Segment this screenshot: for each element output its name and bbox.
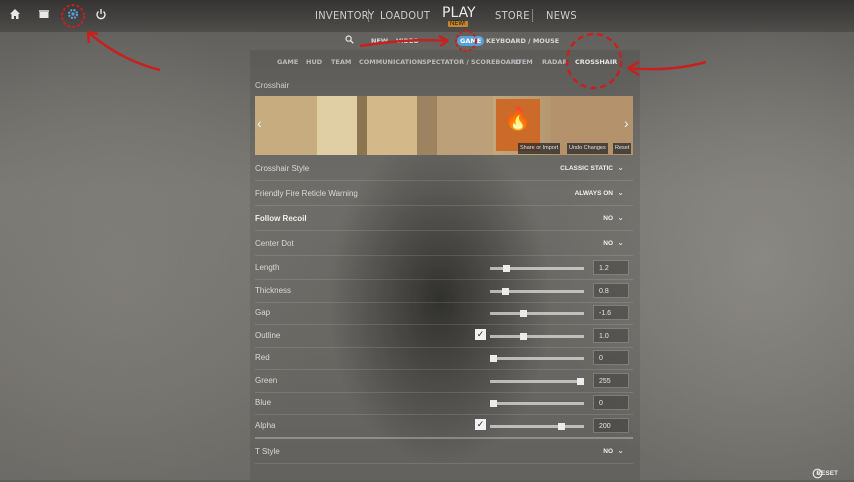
slider-thumb[interactable] xyxy=(503,265,511,272)
blue-row: Blue 0 xyxy=(255,393,633,415)
alpha-value-input[interactable]: 200 xyxy=(593,418,629,433)
slider-thumb[interactable] xyxy=(577,378,584,385)
section-title: Crosshair xyxy=(255,81,290,90)
nav-news[interactable]: NEWS xyxy=(546,9,577,22)
undo-changes-button[interactable]: Undo Changes xyxy=(567,143,608,154)
setting-label: Red xyxy=(255,353,270,362)
reset-button[interactable]: RESET xyxy=(816,470,838,477)
nav-play[interactable]: PLAY xyxy=(442,5,476,21)
share-import-button[interactable]: Share or Import xyxy=(518,143,561,154)
nav-store[interactable]: STORE xyxy=(495,9,530,22)
tab-new[interactable]: NEW xyxy=(371,37,388,45)
chevron-down-icon[interactable]: ⌄ xyxy=(617,188,624,197)
setting-label: Gap xyxy=(255,308,271,317)
reset-preview-button[interactable]: Reset xyxy=(613,143,632,154)
outline-slider[interactable] xyxy=(490,333,584,340)
outline-value-input[interactable]: 1.0 xyxy=(593,328,629,343)
center-dot-row[interactable]: Center Dot NO ⌄ xyxy=(255,234,633,256)
green-slider[interactable] xyxy=(490,378,584,385)
length-slider[interactable] xyxy=(490,265,584,272)
nav-inventory[interactable]: INVENTORY xyxy=(315,9,374,22)
green-row: Green 255 xyxy=(255,371,633,393)
slider-thumb[interactable] xyxy=(490,400,497,407)
red-row: Red 0 xyxy=(255,348,633,370)
chevron-down-icon[interactable]: ⌄ xyxy=(617,238,624,247)
slider-thumb[interactable] xyxy=(490,355,497,362)
nav-divider xyxy=(532,9,533,22)
chevron-down-icon[interactable]: ⌄ xyxy=(617,446,624,455)
length-row: Length 1.2 xyxy=(255,258,633,280)
setting-label: Green xyxy=(255,376,278,385)
dropdown-value[interactable]: NO xyxy=(603,240,613,247)
slider-thumb[interactable] xyxy=(520,333,528,340)
search-icon[interactable] xyxy=(345,35,354,46)
gap-slider[interactable] xyxy=(490,310,584,317)
thickness-value-input[interactable]: 0.8 xyxy=(593,283,629,298)
dropdown-value[interactable]: NO xyxy=(603,215,613,222)
tab-keyboard-mouse[interactable]: KEYBOARD / MOUSE xyxy=(486,37,559,45)
outline-checkbox[interactable]: ✓ xyxy=(475,329,486,340)
gap-row: Gap -1.6 xyxy=(255,303,633,325)
dropdown-value[interactable]: CLASSIC STATIC xyxy=(560,165,613,172)
top-bar: INVENTORY LOADOUT PLAY NEW! STORE NEWS xyxy=(0,0,854,32)
power-icon[interactable] xyxy=(94,8,108,22)
t-style-row[interactable]: T Style NO ⌄ xyxy=(255,442,633,464)
preview-next-arrow[interactable]: › xyxy=(624,115,629,131)
setting-label: Center Dot xyxy=(255,239,294,248)
thickness-row: Thickness 0.8 xyxy=(255,281,633,303)
slider-thumb[interactable] xyxy=(557,423,565,430)
gear-icon[interactable] xyxy=(66,8,80,22)
chevron-down-icon[interactable]: ⌄ xyxy=(617,213,624,222)
flame-icon: 🔥 xyxy=(504,106,532,131)
setting-label: Thickness xyxy=(255,286,292,295)
setting-label: Alpha xyxy=(255,421,276,430)
green-value-input[interactable]: 255 xyxy=(593,373,629,388)
nav-loadout[interactable]: LOADOUT xyxy=(380,9,430,22)
red-value-input[interactable]: 0 xyxy=(593,350,629,365)
red-slider[interactable] xyxy=(490,355,584,362)
setting-label: Outline xyxy=(255,331,281,340)
settings-subnav xyxy=(255,32,635,50)
tab-game[interactable]: GAME xyxy=(457,36,485,46)
gap-value-input[interactable]: -1.6 xyxy=(593,305,629,320)
play-new-badge: NEW! xyxy=(448,21,468,27)
outline-row: Outline ✓ 1.0 xyxy=(255,326,633,348)
dropdown-value[interactable]: NO xyxy=(603,448,613,455)
setting-label: T Style xyxy=(255,447,280,456)
tab-video[interactable]: VIDEO xyxy=(396,37,419,45)
thickness-slider[interactable] xyxy=(490,288,584,295)
alpha-row: Alpha ✓ 200 xyxy=(255,416,633,439)
preview-prev-arrow[interactable]: ‹ xyxy=(257,115,262,131)
nav-divider xyxy=(368,9,369,22)
crosshair-style-row[interactable]: Crosshair Style CLASSIC STATIC ⌄ xyxy=(255,159,633,181)
alpha-checkbox[interactable]: ✓ xyxy=(475,419,486,430)
length-value-input[interactable]: 1.2 xyxy=(593,260,629,275)
home-icon[interactable] xyxy=(8,8,22,22)
setting-label: Blue xyxy=(255,398,272,407)
blue-slider[interactable] xyxy=(490,400,584,407)
box-icon[interactable] xyxy=(37,8,51,22)
friendly-fire-row[interactable]: Friendly Fire Reticle Warning ALWAYS ON … xyxy=(255,184,633,206)
blue-value-input[interactable]: 0 xyxy=(593,395,629,410)
follow-recoil-row[interactable]: Follow Recoil NO ⌄ xyxy=(255,209,633,231)
setting-label: Follow Recoil xyxy=(255,214,307,223)
setting-label: Length xyxy=(255,263,280,272)
slider-thumb[interactable] xyxy=(502,288,510,295)
dropdown-value[interactable]: ALWAYS ON xyxy=(575,190,613,197)
chevron-down-icon[interactable]: ⌄ xyxy=(617,163,624,172)
alpha-slider[interactable] xyxy=(490,423,584,430)
setting-label: Friendly Fire Reticle Warning xyxy=(255,189,358,198)
setting-label: Crosshair Style xyxy=(255,164,310,173)
slider-thumb[interactable] xyxy=(520,310,528,317)
